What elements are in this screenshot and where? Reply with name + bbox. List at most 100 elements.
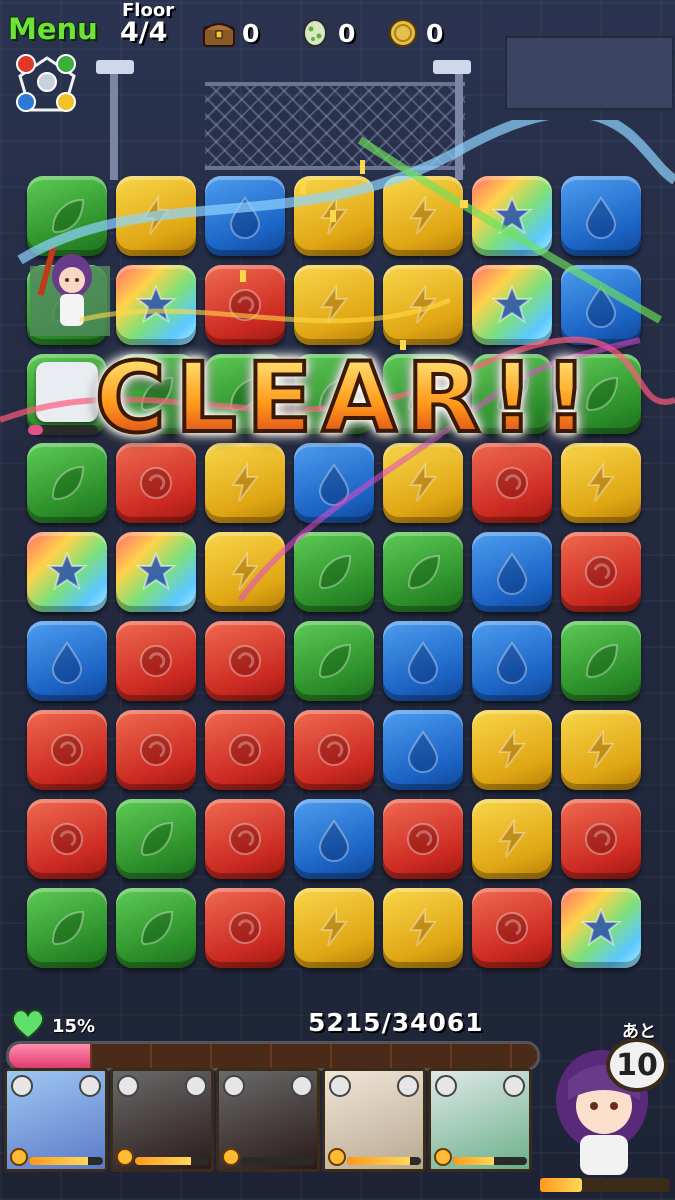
red-orb-icon bbox=[140, 645, 172, 677]
blue-orb[interactable] bbox=[561, 265, 641, 345]
green-orb[interactable] bbox=[116, 888, 196, 968]
skill-stamp-icon bbox=[328, 1148, 346, 1166]
red-orb-icon bbox=[318, 734, 350, 766]
red-orb[interactable] bbox=[27, 799, 107, 879]
red-orb[interactable] bbox=[383, 799, 463, 879]
green-orb[interactable] bbox=[561, 621, 641, 701]
blue-orb[interactable] bbox=[27, 621, 107, 701]
rainbow-orb[interactable] bbox=[116, 532, 196, 612]
yellow-orb[interactable] bbox=[383, 176, 463, 256]
blue-orb[interactable] bbox=[383, 710, 463, 790]
team-card-1[interactable] bbox=[4, 1068, 108, 1172]
yellow-orb-icon bbox=[231, 550, 259, 591]
blue-orb-icon bbox=[51, 641, 83, 684]
red-orb[interactable] bbox=[205, 621, 285, 701]
yellow-orb-icon bbox=[409, 283, 437, 324]
yellow-orb[interactable] bbox=[383, 888, 463, 968]
clear-banner: CLEAR!! bbox=[93, 341, 598, 455]
red-orb[interactable] bbox=[205, 888, 285, 968]
red-orb[interactable] bbox=[116, 710, 196, 790]
blue-orb[interactable] bbox=[472, 532, 552, 612]
egg-icon bbox=[303, 19, 327, 47]
blue-orb[interactable] bbox=[383, 621, 463, 701]
lamp-head bbox=[96, 60, 134, 74]
yellow-orb[interactable] bbox=[294, 888, 374, 968]
awakening-icon bbox=[185, 1075, 207, 1097]
yellow-orb[interactable] bbox=[561, 443, 641, 523]
awakening-icon bbox=[79, 1075, 101, 1097]
red-orb-icon bbox=[407, 823, 439, 855]
yellow-orb[interactable] bbox=[561, 710, 641, 790]
red-orb[interactable] bbox=[205, 799, 285, 879]
mini-hp-bar bbox=[28, 425, 98, 435]
red-orb[interactable] bbox=[27, 710, 107, 790]
team-card-5[interactable] bbox=[428, 1068, 532, 1172]
green-orb[interactable] bbox=[294, 532, 374, 612]
yellow-orb[interactable] bbox=[116, 176, 196, 256]
blue-orb[interactable] bbox=[205, 176, 285, 256]
blue-orb[interactable] bbox=[561, 176, 641, 256]
blue-orb-icon bbox=[407, 730, 439, 773]
red-orb[interactable] bbox=[205, 710, 285, 790]
red-orb-icon bbox=[496, 467, 528, 499]
yellow-orb[interactable] bbox=[383, 443, 463, 523]
blue-orb[interactable] bbox=[294, 799, 374, 879]
hp-value: 5215/34061 bbox=[308, 1008, 484, 1037]
yellow-orb[interactable] bbox=[294, 176, 374, 256]
lamp-head bbox=[433, 60, 471, 74]
rainbow-orb[interactable] bbox=[472, 265, 552, 345]
green-orb[interactable] bbox=[27, 888, 107, 968]
green-orb[interactable] bbox=[294, 621, 374, 701]
egg-count: 0 bbox=[338, 18, 356, 48]
blue-orb[interactable] bbox=[294, 443, 374, 523]
rainbow-orb[interactable] bbox=[27, 532, 107, 612]
green-orb-icon bbox=[140, 910, 174, 946]
rainbow-orb-icon bbox=[135, 284, 177, 324]
yellow-orb-icon bbox=[320, 283, 348, 324]
yellow-orb-icon bbox=[409, 194, 437, 235]
green-orb[interactable] bbox=[27, 443, 107, 523]
coin-count: 0 bbox=[426, 18, 444, 48]
red-orb-icon bbox=[229, 734, 261, 766]
green-orb[interactable] bbox=[27, 176, 107, 256]
red-orb[interactable] bbox=[561, 532, 641, 612]
red-orb[interactable] bbox=[561, 799, 641, 879]
yellow-orb[interactable] bbox=[294, 265, 374, 345]
leader-chibi-sprite bbox=[30, 246, 110, 336]
team-card-2[interactable] bbox=[110, 1068, 214, 1172]
green-orb[interactable] bbox=[116, 799, 196, 879]
coin-icon bbox=[389, 19, 417, 47]
team-card-4[interactable] bbox=[322, 1068, 426, 1172]
rainbow-orb[interactable] bbox=[561, 888, 641, 968]
attribute-wheel-icon[interactable] bbox=[14, 52, 80, 118]
blue-orb-icon bbox=[585, 285, 617, 328]
rainbow-orb[interactable] bbox=[472, 176, 552, 256]
rainbow-orb-icon bbox=[491, 284, 533, 324]
skill-gauge bbox=[453, 1157, 527, 1165]
blue-orb-icon bbox=[229, 196, 261, 239]
rainbow-orb-icon bbox=[491, 195, 533, 235]
blue-orb[interactable] bbox=[472, 621, 552, 701]
yellow-orb[interactable] bbox=[205, 443, 285, 523]
orb-board[interactable] bbox=[27, 176, 650, 976]
yellow-orb[interactable] bbox=[205, 532, 285, 612]
red-orb[interactable] bbox=[294, 710, 374, 790]
yellow-orb[interactable] bbox=[472, 799, 552, 879]
red-orb[interactable] bbox=[472, 888, 552, 968]
red-orb[interactable] bbox=[116, 443, 196, 523]
skill-stamp-icon bbox=[10, 1148, 28, 1166]
red-orb[interactable] bbox=[116, 621, 196, 701]
red-orb[interactable] bbox=[205, 265, 285, 345]
egg-counter: 0 bbox=[298, 16, 355, 50]
skill-stamp-icon bbox=[222, 1148, 240, 1166]
green-orb[interactable] bbox=[383, 532, 463, 612]
green-orb-icon bbox=[51, 465, 85, 501]
floor-value: 4/4 bbox=[120, 17, 168, 48]
yellow-orb[interactable] bbox=[383, 265, 463, 345]
rainbow-orb[interactable] bbox=[116, 265, 196, 345]
team-card-3[interactable] bbox=[216, 1068, 320, 1172]
yellow-orb[interactable] bbox=[472, 710, 552, 790]
red-orb[interactable] bbox=[472, 443, 552, 523]
menu-button[interactable]: Menu bbox=[8, 12, 98, 46]
skill-gauge bbox=[29, 1157, 103, 1165]
